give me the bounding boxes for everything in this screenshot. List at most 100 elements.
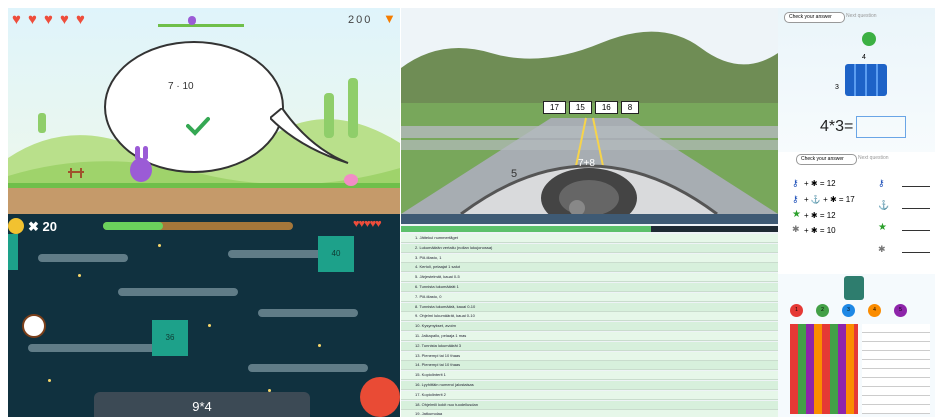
table-row[interactable]: 7. Pöl-tilasto, 0 [401,292,778,302]
speed-display: 5 [511,168,518,180]
heart-icon: ♥ [60,11,69,28]
table-row[interactable]: 5. Järjestelmät, kauai 0-5 [401,273,778,283]
star [48,379,51,382]
color-option[interactable]: 5 [894,304,907,317]
cloud [248,364,368,372]
next-question-tab[interactable]: Next question [846,13,877,19]
table-row[interactable]: 16. Lyyhittäin numeroi jalostaisas [401,381,778,390]
answer-line[interactable] [902,208,930,209]
answer-option[interactable]: 8 [620,101,640,114]
next-question-tab[interactable]: Next question [858,155,889,161]
color-circles: 1 2 3 4 5 [790,304,907,317]
star [318,344,321,347]
row-label: 1. Jättekul nummertåget [415,235,458,240]
row-label: 15. Kopiolinterit 1 [415,372,446,378]
answer-line[interactable] [902,230,930,231]
table-row[interactable]: 10. Kysymykset, avoim [401,322,778,332]
row-label: 16. Lyyhittäin numeroi jalostaisas [415,382,474,387]
star-icon: ★ [878,222,887,233]
check-answer-tab[interactable]: Check your answer [784,12,845,23]
answer-option[interactable]: 15 [568,101,592,114]
bunny-ear [135,146,140,160]
table-row[interactable]: 8. Tunnista lukumäärä, kauai 0-10 [401,302,778,312]
row-label: 18. Ohjelmili kokit nuo tuodellusdan [415,401,478,407]
check-answer-tab[interactable]: Check your answer [796,154,857,165]
star [208,324,211,327]
table-row[interactable]: 11. Jalkapallo, pelaaja 1 mas [401,332,778,341]
key-icon: ⚷ [792,194,799,204]
empty-grid[interactable] [862,324,930,414]
row-label: 14. Pienempi tai 10 thaas [415,362,461,368]
number-tile[interactable]: 36 [152,320,188,356]
answer-line[interactable] [902,186,930,187]
runner-game-panel: ♥ ♥ ♥ ♥ ♥ 200 ▼ 7 · 10 [8,8,400,214]
table-row[interactable]: 12. Tunnista lukumäärät 3 [401,341,778,351]
row-label: 17. Kopiolinterit 2 [415,391,446,397]
equation-row: + ⚓ + ✱ = 17 [804,195,855,204]
color-option[interactable]: 1 [790,304,803,317]
equation-row: + ✱ = 10 [804,226,836,235]
color-pattern-grid[interactable] [790,324,858,414]
progress-fill [401,226,651,232]
star [158,244,161,247]
heart-icon: ♥ [28,11,37,28]
number-tile[interactable]: 40 [318,236,354,272]
coin-icon [8,218,24,234]
table-row[interactable]: 14. Pienempi tai 10 thaas [401,361,778,371]
progress-track [158,24,244,27]
symbol-equations-panel: Check your answer Next question ⚷ + ✱ = … [778,152,935,274]
table-row[interactable]: 15. Kopiolinterit 1 [401,371,778,381]
spaceship-player [22,314,46,338]
play-button[interactable] [862,32,876,46]
arrays-app-panel: Check your answer Next question 4 3 4*3= [778,8,935,153]
number-tile[interactable] [8,234,18,270]
top-number: 4 [862,54,866,61]
equation-text: 7 · 10 [168,81,194,92]
pink-creature [344,174,358,186]
side-number: 3 [835,84,839,91]
table-row[interactable]: 18. Ohjelmili kokit nuo tuodellusdan [401,400,778,410]
row-label: 7. Pöl-tilasto, 0 [415,293,442,299]
answer-option[interactable]: 16 [594,101,618,114]
table-row[interactable]: 3. Pöl-tilasto, 1 [401,253,778,263]
score-counter: 200 [348,14,373,26]
cloud [28,344,158,352]
gear-icon: ✱ [878,244,886,254]
answer-options: 17 15 16 8 [543,101,640,114]
fire-button[interactable] [360,377,400,417]
table-header-bar [401,214,778,224]
array-grid [845,64,887,96]
table-row[interactable]: 17. Kopiolinterit 2 [401,390,778,400]
row-label: 2. Lukumäärän vertailu (nollan lukujonos… [415,244,493,250]
table-row[interactable]: 4. Kertoli, pelaajat 1 salut [401,263,778,273]
row-label: 6. Tunnista lukumäärät 1 [415,284,459,289]
answer-line[interactable] [902,252,930,253]
row-label: 12. Tunnista lukumäärät 3 [415,342,462,348]
color-option[interactable]: 4 [868,304,881,317]
dash-equation: 7+8 [578,158,595,169]
table-row[interactable]: 19. Jatkumolaa [401,410,778,417]
table-row[interactable]: 1. Jättekul nummertåget [401,234,778,243]
bunny-player [130,158,152,182]
heart-icon: ♥ [76,11,85,28]
color-option[interactable]: 2 [816,304,829,317]
racing-game-panel: 17 15 16 8 7+8 5 [401,8,778,214]
row-label: 11. Jalkapallo, pelaaja 1 mas [415,333,467,338]
equation-row: + ✱ = 12 [804,211,836,220]
color-option[interactable]: 3 [842,304,855,317]
table-row[interactable]: 6. Tunnista lukumäärät 1 [401,283,778,292]
answer-option[interactable]: 17 [543,101,566,114]
equation-display: 9*4 [94,392,310,417]
cloud [118,288,238,296]
tree-icon [844,276,864,300]
table-row[interactable]: 9. Ohjelmi lukumäärät, kauai 0-10 [401,312,778,322]
row-label: 4. Kertoli, pelaajat 1 salut [415,264,460,270]
row-label: 5. Järjestelmät, kauai 0-5 [415,274,460,280]
answer-input[interactable] [856,116,906,138]
assignment-table-panel: 1. Jättekul nummertåget 2. Lukumäärän ver… [401,214,778,417]
row-label: 9. Ohjelmi lukumäärät, kauai 0-10 [415,313,475,319]
table-row[interactable]: 13. Pienempi tai 10 thaas [401,351,778,361]
table-row[interactable]: 2. Lukumäärän vertailu (nollan lukujonos… [401,243,778,253]
pattern-app-panel: 1 2 3 4 5 [778,274,935,417]
checkmark-icon [186,117,210,136]
